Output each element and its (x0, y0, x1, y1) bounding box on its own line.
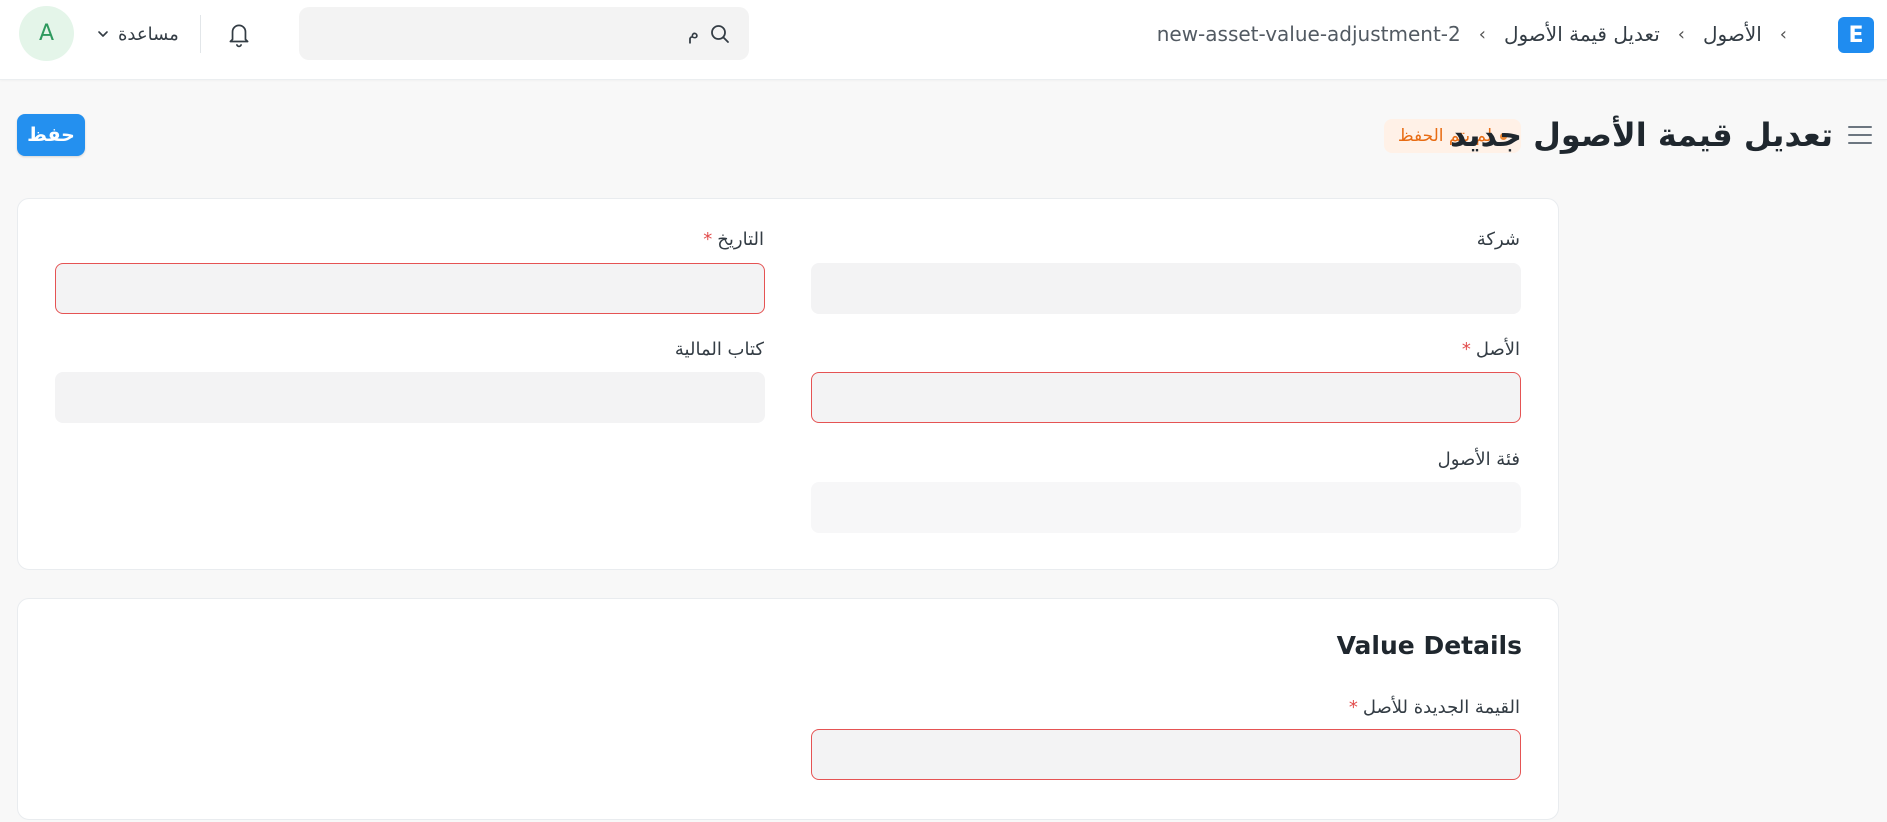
breadcrumb-separator: › (1478, 23, 1486, 45)
search-icon (711, 24, 729, 43)
required-mark: * (703, 229, 713, 250)
asset-category-label: فئة الأصول (1438, 449, 1520, 470)
breadcrumb-asset-value-adjustment[interactable]: تعديل قيمة الأصول (1504, 22, 1660, 46)
help-dropdown[interactable]: مساعدة (96, 20, 179, 48)
nav-divider (200, 15, 201, 53)
company-field[interactable] (811, 263, 1521, 314)
breadcrumb-assets[interactable]: الأصول (1703, 22, 1762, 46)
logo-letter: E (1848, 22, 1864, 48)
search-bar[interactable]: م (299, 7, 749, 60)
asset-category-label-text: فئة الأصول (1437, 449, 1520, 470)
asset-label: الأصل* (1462, 339, 1520, 360)
finance-book-label-text: كتاب المالية (674, 339, 764, 360)
date-field[interactable] (55, 263, 765, 314)
navbar: A مساعدة م › الأصول › تعديل قيمة الأصول … (0, 0, 1887, 80)
required-mark: * (1461, 339, 1471, 360)
sidebar-toggle-icon[interactable] (1847, 124, 1873, 146)
value-details-card: Value Details القيمة الجديدة للأصل* (17, 598, 1559, 820)
finance-book-label: كتاب المالية (675, 339, 764, 360)
required-mark: * (1348, 697, 1358, 718)
new-asset-value-label-text: القيمة الجديدة للأصل (1362, 697, 1520, 718)
chevron-down-icon (98, 31, 108, 37)
notifications-button[interactable] (224, 19, 254, 49)
asset-details-card: شركة الأصل* فئة الأصول التاريخ* كتاب الم… (17, 198, 1559, 570)
asset-field[interactable] (811, 372, 1521, 423)
breadcrumb-separator: › (1677, 23, 1685, 45)
breadcrumb-separator: › (1779, 23, 1787, 45)
date-label-text: التاريخ (717, 229, 764, 250)
company-label-text: شركة (1476, 229, 1520, 250)
search-input[interactable]: م (688, 23, 699, 44)
new-asset-value-label: القيمة الجديدة للأصل* (1349, 697, 1520, 718)
company-label: شركة (1477, 229, 1520, 250)
new-asset-value-field[interactable] (811, 729, 1521, 780)
finance-book-field[interactable] (55, 372, 765, 423)
breadcrumb-current-doc: new-asset-value-adjustment-2 (1156, 22, 1461, 46)
section-title: Value Details (1336, 631, 1522, 660)
avatar-letter: A (38, 21, 55, 46)
app-logo[interactable]: E (1838, 17, 1874, 53)
asset-category-field (811, 482, 1521, 533)
user-avatar[interactable]: A (19, 6, 74, 61)
date-label: التاريخ* (703, 229, 764, 250)
help-label: مساعدة (118, 23, 179, 45)
save-button[interactable]: حفظ (17, 114, 85, 156)
asset-label-text: الأصل (1475, 339, 1520, 360)
breadcrumb: › الأصول › تعديل قيمة الأصول › new-asset… (1157, 18, 1787, 50)
page-title: تعديل قيمة الأصول جديد (1449, 116, 1833, 154)
bell-icon (229, 24, 249, 48)
